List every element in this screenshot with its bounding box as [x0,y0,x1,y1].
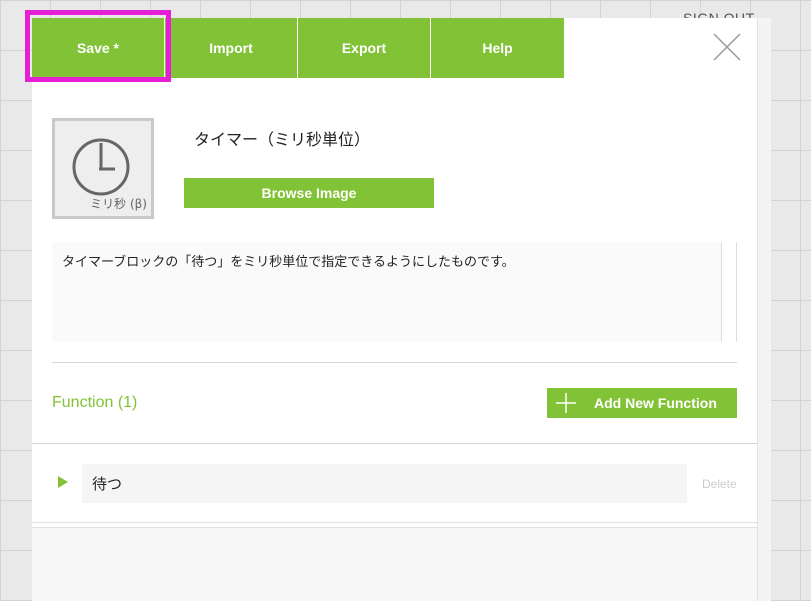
modal-footer [32,528,757,601]
add-new-function-label: Add New Function [594,395,717,411]
function-row: 待つ Delete [32,444,757,522]
modal-scrollbar[interactable] [757,18,771,601]
block-icon-caption: ミリ秒 (β) [90,197,147,211]
expand-triangle-icon[interactable] [57,475,69,489]
close-icon[interactable] [712,32,742,62]
add-new-function-button[interactable]: Add New Function [547,388,737,418]
help-button[interactable]: Help [431,18,564,78]
browse-image-button[interactable]: Browse Image [184,178,434,208]
section-divider [52,362,737,363]
delete-function-button[interactable]: Delete [702,477,737,491]
export-button[interactable]: Export [298,18,431,78]
function-name-input[interactable]: 待つ [82,464,687,503]
import-button[interactable]: Import [165,18,298,78]
plus-icon [556,393,576,413]
description-scrollbar[interactable] [736,242,737,342]
block-description-textarea[interactable]: タイマーブロックの「待つ」をミリ秒単位で指定できるようにしたものです。 [52,242,722,342]
block-editor-modal: Save * Import Export Help ミリ秒 (β) タイマー（ミ… [32,18,757,601]
row-divider [32,522,757,523]
block-icon-image[interactable]: ミリ秒 (β) [52,118,154,219]
function-section-title: Function (1) [52,394,138,411]
block-name-input[interactable]: タイマー（ミリ秒単位） [184,118,434,158]
toolbar-tabs: Save * Import Export Help [32,18,564,78]
save-button[interactable]: Save * [32,18,165,78]
